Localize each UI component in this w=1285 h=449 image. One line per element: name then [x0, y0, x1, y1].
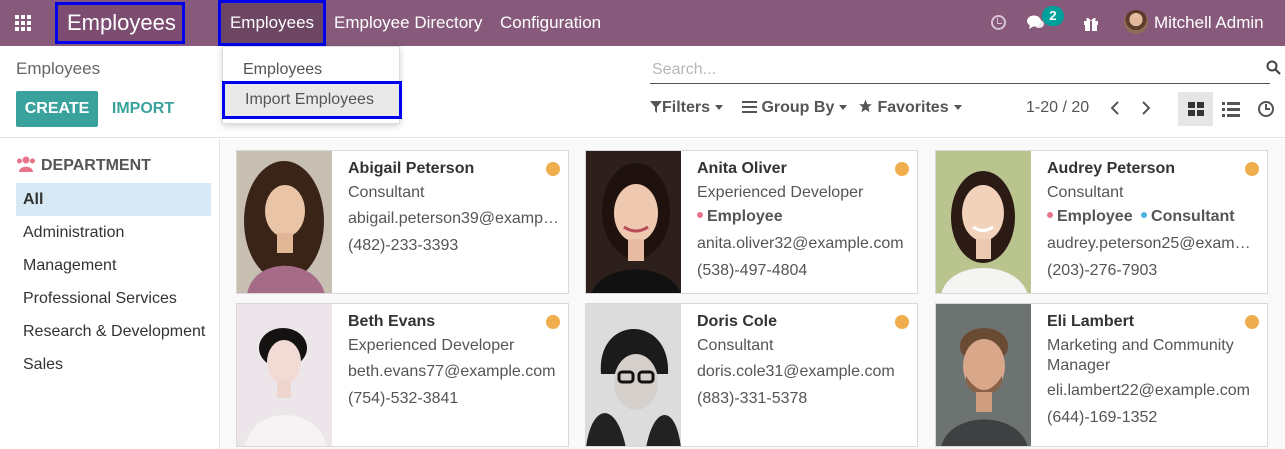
import-button[interactable]: IMPORT — [106, 91, 180, 127]
favorites-label: Favorites — [877, 99, 949, 116]
employee-phone: (883)-331-5378 — [697, 390, 808, 407]
employee-email: doris.cole31@example.com — [697, 363, 895, 380]
pager-value[interactable]: 1-20 / 20 — [1026, 96, 1089, 120]
status-indicator[interactable] — [1245, 315, 1259, 329]
sidebar-item-research-development[interactable]: Research & Development — [16, 315, 211, 348]
create-button[interactable]: CREATE — [16, 91, 98, 127]
employee-phone: (203)-276-7903 — [1047, 262, 1158, 279]
filters-label: Filters — [662, 99, 711, 116]
employee-name: Audrey Peterson — [1047, 160, 1176, 177]
groupby-label: Group By — [761, 99, 835, 116]
employee-job: Consultant — [348, 184, 425, 201]
employee-photo — [936, 151, 1031, 293]
search-input[interactable] — [650, 56, 1270, 84]
dropdown-item-employees[interactable]: Employees — [223, 58, 399, 82]
employee-email: anita.oliver32@example.com — [697, 235, 904, 252]
department-title: DEPARTMENT — [41, 157, 151, 174]
sidebar-item-all[interactable]: All — [16, 183, 211, 216]
menu-employees[interactable]: Employees — [218, 0, 326, 46]
list-view-icon[interactable] — [1222, 100, 1240, 118]
tag-color-dot — [1047, 212, 1053, 218]
menu-configuration[interactable]: Configuration — [500, 0, 601, 46]
employee-name: Eli Lambert — [1047, 313, 1135, 330]
employee-email: abigail.peterson39@example.com — [348, 210, 560, 227]
users-icon — [17, 156, 35, 172]
sidebar-item-management[interactable]: Management — [16, 249, 211, 282]
employee-name: Beth Evans — [348, 313, 436, 330]
groupby-dropdown[interactable]: Group By — [742, 96, 848, 120]
filters-dropdown[interactable]: Filters — [650, 96, 724, 120]
department-heading: DEPARTMENT — [16, 156, 151, 175]
status-indicator[interactable] — [1245, 162, 1259, 176]
kanban-view-button[interactable] — [1178, 92, 1213, 126]
employee-email: beth.evans77@example.com — [348, 363, 556, 380]
employee-photo — [586, 151, 681, 293]
kanban-view: Abigail Peterson Consultant abigail.pete… — [221, 139, 1285, 449]
star-icon — [859, 99, 872, 113]
breadcrumb: Employees — [16, 59, 101, 78]
dropdown-item-import-employees[interactable]: Import Employees — [222, 81, 402, 119]
employee-job: Marketing and Community Manager — [1047, 337, 1234, 374]
employee-name: Anita Oliver — [697, 160, 787, 177]
app-brand[interactable]: Employees — [55, 2, 185, 44]
activity-view-icon[interactable] — [1257, 100, 1275, 118]
bars-icon — [742, 101, 757, 113]
employee-job: Consultant — [697, 337, 774, 354]
gift-icon[interactable] — [1082, 14, 1100, 32]
search-icon[interactable] — [1266, 60, 1281, 75]
employee-email: audrey.peterson25@example.com — [1047, 235, 1259, 252]
favorites-dropdown[interactable]: Favorites — [858, 96, 962, 120]
employee-phone: (644)-169-1352 — [1047, 409, 1158, 426]
sidebar-item-professional-services[interactable]: Professional Services — [16, 282, 211, 315]
employee-card[interactable]: Eli Lambert Marketing and Community Mana… — [935, 303, 1268, 447]
tag-consultant: Consultant — [1151, 208, 1235, 225]
employee-card[interactable]: Beth Evans Experienced Developer beth.ev… — [236, 303, 569, 447]
employee-card[interactable]: Anita Oliver Experienced Developer Emplo… — [585, 150, 918, 294]
kanban-view-icon — [1188, 102, 1204, 116]
employee-name: Abigail Peterson — [348, 160, 475, 177]
status-indicator[interactable] — [895, 162, 909, 176]
user-menu[interactable]: Mitchell Admin — [1154, 0, 1264, 46]
employee-name: Doris Cole — [697, 313, 778, 330]
employee-email: eli.lambert22@example.com — [1047, 382, 1250, 399]
employee-phone: (482)-233-3393 — [348, 237, 459, 254]
employee-photo — [586, 304, 681, 446]
employee-phone: (754)-532-3841 — [348, 390, 459, 407]
filter-icon — [650, 101, 662, 113]
employees-dropdown-menu: Employees Import Employees — [222, 46, 402, 124]
menu-employee-directory[interactable]: Employee Directory — [334, 0, 482, 46]
employee-card[interactable]: Doris Cole Consultant doris.cole31@examp… — [585, 303, 918, 447]
employee-card[interactable]: Audrey Peterson Consultant Employee Cons… — [935, 150, 1268, 294]
tag-employee: Employee — [707, 208, 783, 225]
sidebar-item-sales[interactable]: Sales — [16, 348, 211, 381]
control-panel: Employees CREATE IMPORT Filters Group By… — [0, 46, 1285, 138]
employee-photo — [936, 304, 1031, 446]
employee-phone: (538)-497-4804 — [697, 262, 808, 279]
activity-clock-icon[interactable] — [991, 15, 1006, 30]
sidebar-item-administration[interactable]: Administration — [16, 216, 211, 249]
employee-photo — [237, 151, 332, 293]
message-count-badge: 2 — [1042, 6, 1064, 26]
apps-grid-icon[interactable] — [15, 15, 33, 31]
employee-job: Experienced Developer — [697, 184, 864, 201]
user-avatar[interactable] — [1124, 10, 1148, 34]
tag-color-dot — [697, 212, 703, 218]
status-indicator[interactable] — [546, 315, 560, 329]
employee-job: Consultant — [1047, 184, 1124, 201]
tag-color-dot — [1141, 212, 1148, 218]
pager-next-icon[interactable] — [1140, 101, 1152, 115]
employee-tags: Employee Consultant — [1047, 208, 1235, 226]
top-navbar: Employees Employees Employee Directory C… — [0, 0, 1285, 46]
department-sidebar: DEPARTMENT All Administration Management… — [0, 139, 220, 449]
status-indicator[interactable] — [546, 162, 560, 176]
pager-previous-icon[interactable] — [1109, 101, 1121, 115]
employee-tags: Employee — [697, 208, 783, 226]
employee-card[interactable]: Abigail Peterson Consultant abigail.pete… — [236, 150, 569, 294]
employee-job: Experienced Developer — [348, 337, 515, 354]
status-indicator[interactable] — [895, 315, 909, 329]
tag-employee: Employee — [1057, 208, 1133, 225]
employee-photo — [237, 304, 332, 446]
